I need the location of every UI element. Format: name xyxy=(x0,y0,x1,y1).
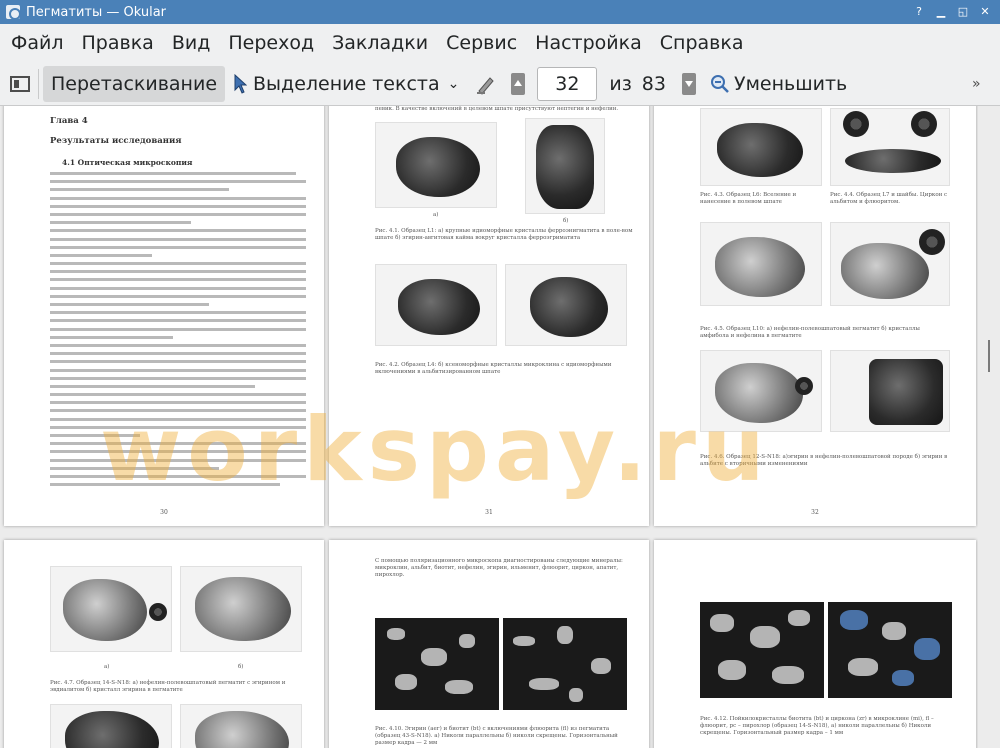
figure-caption: Рис. 4.2. Образец L4: б) ксеноморфные кр… xyxy=(375,362,612,375)
chevron-down-icon[interactable]: ⌄ xyxy=(448,76,460,92)
zoom-out-icon xyxy=(710,74,729,93)
microscope-photo xyxy=(375,618,499,710)
previous-page-icon[interactable] xyxy=(511,72,526,95)
zoom-out-button[interactable]: Уменьшить xyxy=(702,66,855,102)
figure-caption: Рис. 4.5. Образец L10: а) нефелин-полево… xyxy=(700,326,920,339)
rock-photo xyxy=(375,122,497,208)
page-of-label: из xyxy=(609,72,632,95)
sidebar-icon xyxy=(10,75,30,92)
maximize-button[interactable]: ◱ xyxy=(956,5,970,19)
rock-photo xyxy=(50,704,172,748)
page-34: С помощью поляризационного микроскопа ди… xyxy=(329,540,649,748)
page-33: а) б) Рис. 4.7. Образец 14-S-N18: а) неф… xyxy=(4,540,324,748)
figure-label: б) xyxy=(238,664,244,670)
figure-label: а) xyxy=(433,212,439,218)
figure-caption: Рис. 4.4. Образец L7 и шайбы. Циркон с а… xyxy=(830,192,948,205)
okular-app-icon xyxy=(6,5,21,20)
menu-tools[interactable]: Сервис xyxy=(437,32,526,54)
figure-label: б) xyxy=(563,218,569,224)
microscope-photo xyxy=(503,618,627,710)
cursor-icon xyxy=(234,73,248,94)
rock-photo xyxy=(505,264,627,346)
page-total-label: 83 xyxy=(641,72,666,95)
figure-caption: Рис. 4.7. Образец 14-S-N18: а) нефелин-п… xyxy=(50,680,286,693)
page-body-text: С помощью поляризационного микроскопа ди… xyxy=(375,558,623,578)
toolbar-separator xyxy=(38,68,39,99)
page-top-text: певик. В качестве включений в целевом шп… xyxy=(375,106,619,112)
figure-caption: Рис. 4.10. Эгирин (аег) и биотит (bt) с … xyxy=(375,726,618,746)
rock-photo xyxy=(700,108,822,186)
scrollbar-thumb[interactable] xyxy=(988,340,990,372)
title-bar: Пегматиты — Okular ? ▁ ◱ ✕ xyxy=(0,0,1000,24)
close-button[interactable]: ✕ xyxy=(978,5,992,19)
figure-caption: Рис. 4.3. Образец L6: Вселение и нанесен… xyxy=(700,192,797,205)
help-button[interactable]: ? xyxy=(912,5,926,19)
text-select-tool-button[interactable]: Выделение текста ⌄ xyxy=(225,66,467,102)
vertical-scrollbar[interactable] xyxy=(978,106,1000,748)
rock-photo xyxy=(180,704,302,748)
rock-photo xyxy=(700,350,822,432)
rock-photo xyxy=(830,350,950,432)
next-page-icon[interactable] xyxy=(681,72,696,95)
toolbar-overflow-icon[interactable]: » xyxy=(972,76,990,92)
figure-label: а) xyxy=(104,664,110,670)
text-select-label: Выделение текста xyxy=(253,72,440,95)
figure-caption: Рис. 4.6. Образец 12-S-N18: а)эгирин в н… xyxy=(700,454,948,467)
rock-photo xyxy=(700,222,822,306)
menu-go[interactable]: Переход xyxy=(219,32,323,54)
page-number-input[interactable]: 32 xyxy=(537,66,598,101)
menu-bookmarks[interactable]: Закладки xyxy=(323,32,437,54)
browse-tool-button[interactable]: Перетаскивание xyxy=(43,65,226,102)
window-title: Пегматиты — Okular xyxy=(26,4,167,20)
zoom-out-label: Уменьшить xyxy=(733,72,848,95)
chapter-title: Результаты исследования xyxy=(50,136,182,146)
page-32: Рис. 4.3. Образец L6: Вселение и нанесен… xyxy=(654,106,976,526)
page-number: 30 xyxy=(160,509,168,516)
rock-photo xyxy=(830,222,950,306)
microscope-photo xyxy=(700,602,824,698)
page-number: 32 xyxy=(811,509,819,516)
menu-bar: Файл Правка Вид Переход Закладки Сервис … xyxy=(0,24,1000,62)
toggle-sidebar-button[interactable] xyxy=(6,70,34,98)
page-number: 31 xyxy=(485,509,493,516)
menu-help[interactable]: Справка xyxy=(651,32,753,54)
page-31: певик. В качестве включений в целевом шп… xyxy=(329,106,649,526)
window-controls: ? ▁ ◱ ✕ xyxy=(912,5,1000,19)
document-view[interactable]: Глава 4 Результаты исследования 4.1 Опти… xyxy=(0,106,1000,748)
menu-settings[interactable]: Настройка xyxy=(526,32,651,54)
menu-view[interactable]: Вид xyxy=(163,32,220,54)
page-30: Глава 4 Результаты исследования 4.1 Опти… xyxy=(4,106,324,526)
main-toolbar: Перетаскивание Выделение текста ⌄ 32 из … xyxy=(0,62,1000,106)
chapter-heading: Глава 4 xyxy=(50,116,88,126)
page-35: Рис. 4.12. Пойкилокристаллы биотита (bt)… xyxy=(654,540,976,748)
rock-photo xyxy=(525,118,605,214)
section-heading: 4.1 Оптическая микроскопия xyxy=(62,158,193,167)
rock-photo xyxy=(375,264,497,346)
microscope-photo xyxy=(828,602,952,698)
browse-tool-label: Перетаскивание xyxy=(51,72,218,95)
page-body-text xyxy=(50,172,306,491)
minimize-button[interactable]: ▁ xyxy=(934,5,948,19)
figure-caption: Рис. 4.1. Образец L1: а) крупные идиомор… xyxy=(375,228,633,241)
figure-caption: Рис. 4.12. Пойкилокристаллы биотита (bt)… xyxy=(700,716,934,736)
rock-photo xyxy=(180,566,302,652)
menu-edit[interactable]: Правка xyxy=(73,32,163,54)
menu-file[interactable]: Файл xyxy=(2,32,73,54)
rock-photo xyxy=(830,108,950,186)
rock-photo xyxy=(50,566,172,652)
annotate-pen-icon[interactable] xyxy=(475,73,497,95)
